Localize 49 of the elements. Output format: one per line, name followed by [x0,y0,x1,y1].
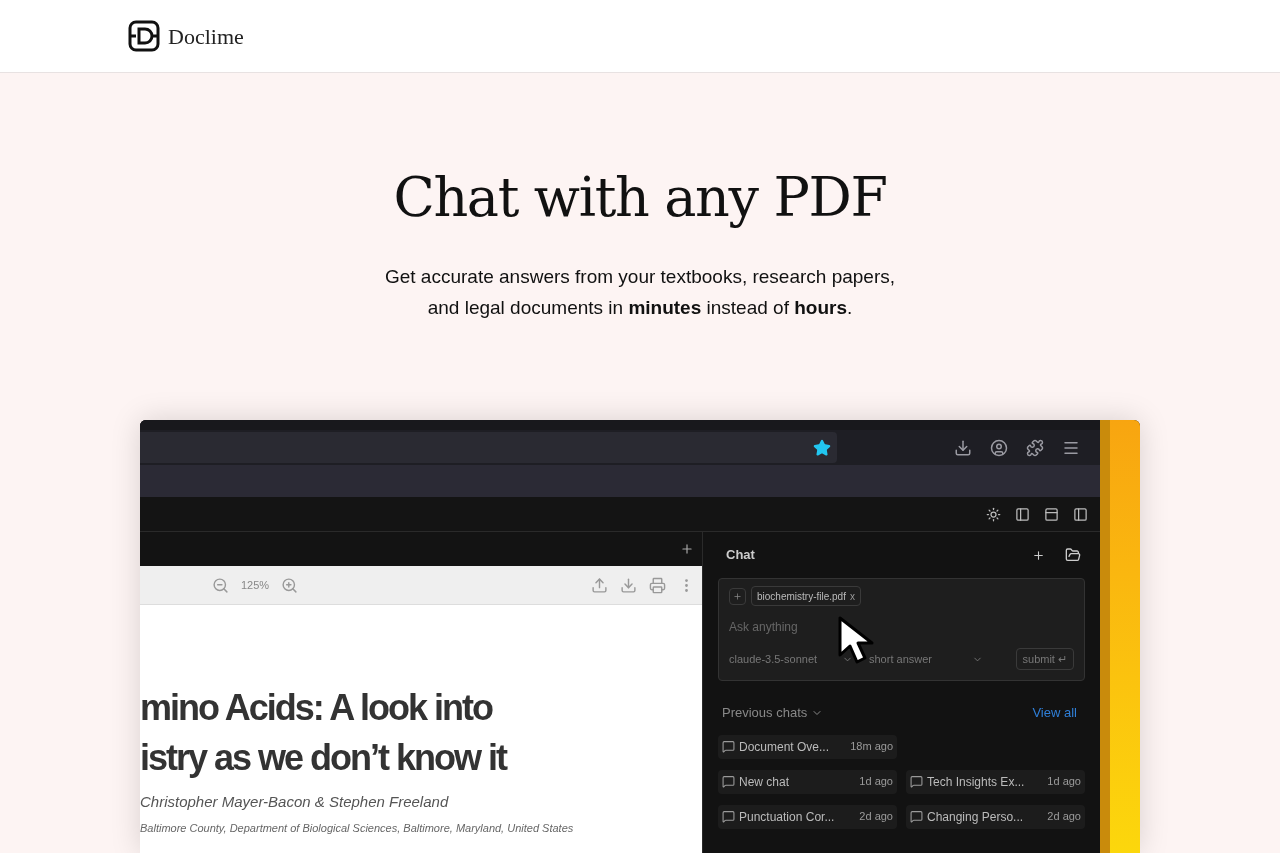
pdf-title-line: istry as we don’t know it [140,736,508,780]
chat-title: Punctuation Cor... [739,808,836,826]
chat-time: 2d ago [1047,809,1081,825]
chat-bubble-icon [910,810,923,823]
pdf-authors: Christopher Mayer-Bacon & Stephen Freeland [140,792,450,812]
view-all-link[interactable]: View all [1032,703,1081,723]
chat-bubble-icon [722,775,735,788]
account-icon[interactable] [990,438,1008,457]
pdf-affiliation: Baltimore County, Department of Biological Sciences, Baltimore, Maryland, United States [140,820,575,836]
add-tab-icon[interactable] [680,542,694,556]
panel-icon[interactable] [1073,506,1088,522]
attachment-chip[interactable]: biochemistry-file.pdf x [751,586,861,606]
previous-chat-item[interactable]: Changing Perso... 2d ago [906,804,1085,829]
brand-name[interactable]: Doclime [168,19,244,53]
chat-time: 2d ago [859,809,893,825]
pdf-title-line: mino Acids: A look into [140,686,494,730]
chat-time: 1d ago [859,774,893,790]
download-icon[interactable] [954,438,972,457]
previous-chat-item[interactable]: Punctuation Cor... 2d ago [718,804,897,829]
attach-button[interactable] [729,587,746,605]
hero-subtitle: Get accurate answers from your textbooks, research papers, and legal documents in minutes instead of hours. [383,265,897,320]
panel-icon[interactable] [1044,506,1059,522]
ask-input[interactable]: Ask anything [729,618,1074,636]
previous-chat-item[interactable]: New chat 1d ago [718,769,897,794]
panel-icon[interactable] [1015,506,1030,522]
previous-chat-item[interactable]: Document Ove... 18m ago [718,734,897,759]
chat-title: New chat [739,773,791,791]
chat-bubble-icon [910,775,923,788]
remove-glyph[interactable]: x [849,588,855,604]
previous-chat-item[interactable]: Tech Insights Ex... 1d ago [906,769,1085,794]
chat-bubble-icon [722,740,735,753]
chat-title: Document Ove... [739,738,831,756]
logo-icon [128,20,160,52]
submit-button[interactable]: submit ↵ [1015,648,1074,670]
model-select[interactable]: claude-3.5-sonnet [729,650,869,668]
chat-title: Chat [726,546,756,565]
chat-title: Tech Insights Ex... [927,773,1026,791]
sun-icon[interactable] [986,506,1001,522]
add-icon[interactable] [1032,548,1045,562]
previous-chats-toggle[interactable]: Previous chats [722,703,1033,723]
chat-bubble-icon [722,810,735,823]
plus-icon [733,591,742,601]
star-icon[interactable] [813,438,831,457]
folder-icon[interactable] [1065,547,1081,563]
puzzle-icon[interactable] [1026,438,1044,457]
mode-select[interactable]: short answer [869,650,989,668]
chat-title: Changing Perso... [927,808,1025,826]
chat-time: 1d ago [1047,774,1081,790]
chat-time: 18m ago [850,739,893,755]
